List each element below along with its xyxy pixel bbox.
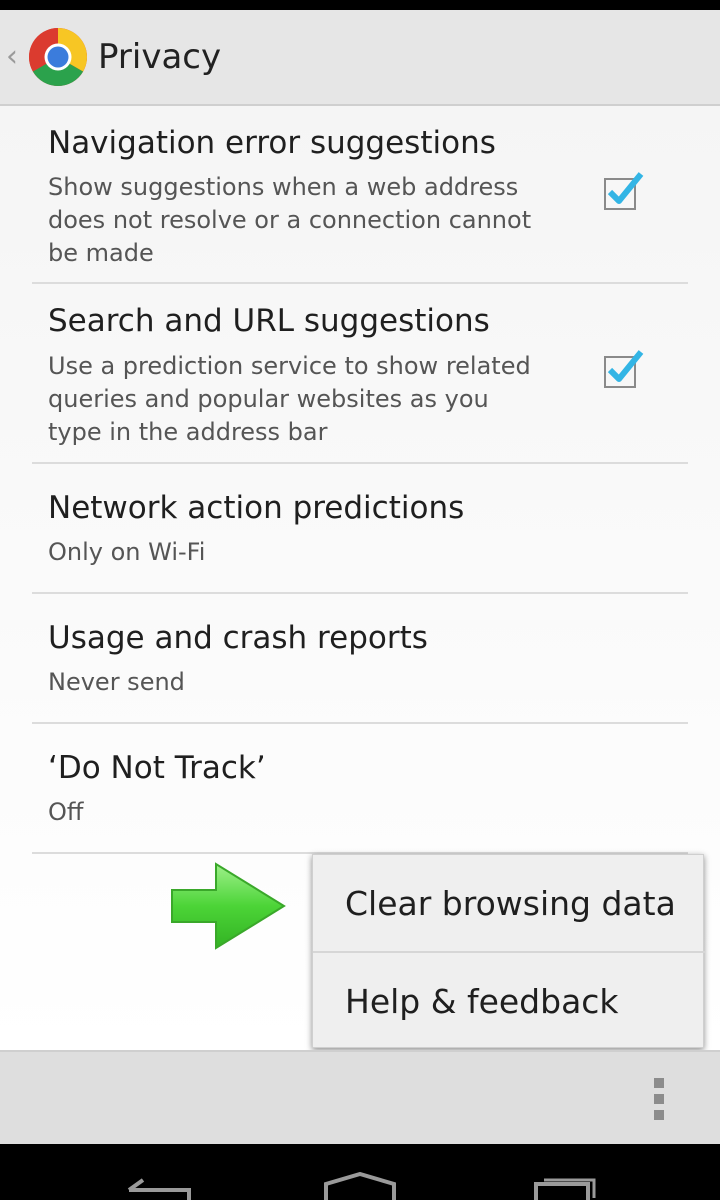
pref-title: Navigation error suggestions: [48, 125, 496, 161]
up-caret-icon[interactable]: ‹: [6, 42, 28, 72]
pref-network-action-predictions[interactable]: Network action predictions Only on Wi-Fi: [32, 464, 688, 594]
pref-summary: Off: [48, 798, 84, 826]
pref-summary: Use a prediction service to show related…: [48, 352, 531, 446]
action-bar: ‹ Privacy: [0, 10, 720, 106]
pref-search-url-suggestions[interactable]: Search and URL suggestions Use a predict…: [32, 284, 688, 464]
overflow-menu: Clear browsing data Help & feedback: [312, 854, 705, 1049]
system-nav-bar: [0, 1144, 720, 1200]
search-url-checkbox[interactable]: [604, 350, 644, 388]
recent-apps-icon[interactable]: [526, 1176, 596, 1200]
status-bar: [0, 0, 720, 10]
pref-do-not-track[interactable]: ‘Do Not Track’ Off: [32, 724, 688, 854]
navigation-error-checkbox[interactable]: [604, 172, 644, 210]
pref-title: Network action predictions: [48, 490, 465, 526]
chrome-logo-icon[interactable]: [28, 27, 88, 87]
bottom-action-bar: [0, 1050, 720, 1144]
pref-navigation-error-suggestions[interactable]: Navigation error suggestions Show sugges…: [32, 106, 688, 284]
back-icon[interactable]: [125, 1178, 195, 1200]
page-title: Privacy: [98, 37, 222, 77]
pref-summary: Only on Wi-Fi: [48, 538, 206, 566]
pref-title: Search and URL suggestions: [48, 303, 490, 339]
pref-title: ‘Do Not Track’: [48, 750, 266, 786]
menu-item-help-feedback[interactable]: Help & feedback: [313, 953, 705, 1049]
pref-summary: Never send: [48, 668, 185, 696]
overflow-menu-icon[interactable]: [648, 1078, 670, 1120]
pref-usage-crash-reports[interactable]: Usage and crash reports Never send: [32, 594, 688, 724]
checkmark-icon: [607, 350, 644, 382]
menu-item-clear-browsing-data[interactable]: Clear browsing data: [313, 855, 705, 951]
green-arrow-icon: [171, 862, 286, 950]
pref-title: Usage and crash reports: [48, 620, 428, 656]
home-icon[interactable]: [323, 1172, 397, 1200]
pref-summary: Show suggestions when a web address does…: [48, 173, 532, 267]
checkmark-icon: [607, 172, 644, 204]
